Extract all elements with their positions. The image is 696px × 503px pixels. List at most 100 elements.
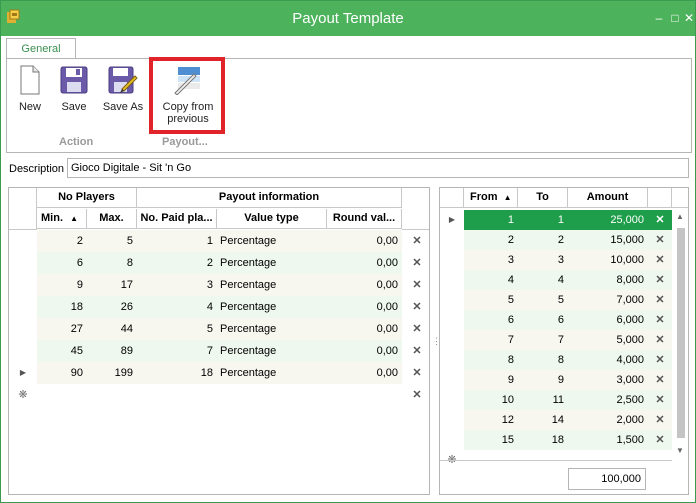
delete-row-icon[interactable]: ✕ bbox=[648, 250, 672, 270]
cell-value-type[interactable]: Percentage bbox=[217, 274, 327, 296]
splitter-handle[interactable]: ⋮ bbox=[432, 186, 441, 496]
column-header-round-value[interactable]: Round val... bbox=[327, 209, 402, 229]
cell-min[interactable]: 6 bbox=[37, 252, 87, 274]
cell-min[interactable]: 9 bbox=[37, 274, 87, 296]
cell-amount[interactable]: 5,000 bbox=[568, 330, 648, 350]
cell-to[interactable]: 3 bbox=[518, 250, 568, 270]
cell-amount[interactable]: 8,000 bbox=[568, 270, 648, 290]
table-row[interactable]: 5 5 7,000 ✕ bbox=[440, 290, 672, 310]
cell-to[interactable]: 7 bbox=[518, 330, 568, 350]
cell-no-paid-players[interactable]: 3 bbox=[137, 274, 217, 296]
column-header-max[interactable]: Max. bbox=[87, 209, 137, 229]
delete-row-icon[interactable]: ✕ bbox=[648, 210, 672, 230]
cell-amount[interactable]: 1,500 bbox=[568, 430, 648, 450]
cell-round-value[interactable]: 0,00 bbox=[327, 318, 402, 340]
cell-no-paid-players[interactable]: 4 bbox=[137, 296, 217, 318]
cell-to[interactable]: 6 bbox=[518, 310, 568, 330]
column-header-to[interactable]: To bbox=[518, 188, 568, 208]
cell-to[interactable]: 2 bbox=[518, 230, 568, 250]
delete-row-icon[interactable]: ✕ bbox=[648, 270, 672, 290]
new-button[interactable]: New bbox=[15, 65, 45, 113]
cell-to[interactable]: 18 bbox=[518, 430, 568, 450]
cell-to[interactable]: 1 bbox=[518, 210, 568, 230]
cell-value-type[interactable]: Percentage bbox=[217, 340, 327, 362]
new-row[interactable]: ❋ ✕ bbox=[9, 384, 429, 406]
cell-max[interactable]: 44 bbox=[87, 318, 137, 340]
table-row[interactable]: 6 6 6,000 ✕ bbox=[440, 310, 672, 330]
delete-row-icon[interactable]: ✕ bbox=[648, 430, 672, 450]
table-row[interactable]: ▶ 90 199 18 Percentage 0,00 ✕ bbox=[9, 362, 429, 384]
cell-value-type[interactable]: Percentage bbox=[217, 296, 327, 318]
table-row[interactable]: 7 7 5,000 ✕ bbox=[440, 330, 672, 350]
minimize-icon[interactable]: – bbox=[652, 11, 666, 25]
cell-from[interactable]: 4 bbox=[464, 270, 518, 290]
cell-amount[interactable]: 25,000 bbox=[568, 210, 648, 230]
column-header-from[interactable]: From ▲ bbox=[464, 188, 518, 208]
delete-row-icon[interactable]: ✕ bbox=[404, 274, 429, 296]
cell-amount[interactable]: 4,000 bbox=[568, 350, 648, 370]
cell-to[interactable]: 11 bbox=[518, 390, 568, 410]
cell-to[interactable]: 5 bbox=[518, 290, 568, 310]
cell-amount[interactable]: 2,000 bbox=[568, 410, 648, 430]
cell-min[interactable]: 45 bbox=[37, 340, 87, 362]
description-field[interactable] bbox=[67, 158, 689, 178]
save-button[interactable]: Save bbox=[57, 65, 91, 113]
column-header-value-type[interactable]: Value type bbox=[217, 209, 327, 229]
cell-max[interactable]: 17 bbox=[87, 274, 137, 296]
cell-no-paid-players[interactable]: 2 bbox=[137, 252, 217, 274]
cell-min[interactable]: 27 bbox=[37, 318, 87, 340]
cell-from[interactable]: 1 bbox=[464, 210, 518, 230]
cell-round-value[interactable]: 0,00 bbox=[327, 252, 402, 274]
cell-max[interactable]: 8 bbox=[87, 252, 137, 274]
cell-to[interactable]: 9 bbox=[518, 370, 568, 390]
cell-amount[interactable]: 7,000 bbox=[568, 290, 648, 310]
delete-row-icon[interactable]: ✕ bbox=[404, 362, 429, 384]
table-row[interactable]: 4 4 8,000 ✕ bbox=[440, 270, 672, 290]
cell-value-type[interactable]: Percentage bbox=[217, 230, 327, 252]
cell-amount[interactable]: 3,000 bbox=[568, 370, 648, 390]
scroll-up-icon[interactable]: ▲ bbox=[676, 212, 684, 221]
table-row[interactable]: 10 11 2,500 ✕ bbox=[440, 390, 672, 410]
table-row[interactable]: 9 17 3 Percentage 0,00 ✕ bbox=[9, 274, 429, 296]
delete-row-icon[interactable]: ✕ bbox=[648, 350, 672, 370]
cell-round-value[interactable]: 0,00 bbox=[327, 362, 402, 384]
delete-row-icon[interactable]: ✕ bbox=[648, 410, 672, 430]
table-row[interactable]: 12 14 2,000 ✕ bbox=[440, 410, 672, 430]
right-grid-scrollbar[interactable]: ▲ ▼ bbox=[673, 210, 688, 460]
cell-min[interactable]: 18 bbox=[37, 296, 87, 318]
cell-round-value[interactable]: 0,00 bbox=[327, 274, 402, 296]
table-row[interactable]: 45 89 7 Percentage 0,00 ✕ bbox=[9, 340, 429, 362]
cell-no-paid-players[interactable]: 18 bbox=[137, 362, 217, 384]
table-row[interactable]: 18 26 4 Percentage 0,00 ✕ bbox=[9, 296, 429, 318]
cell-from[interactable]: 5 bbox=[464, 290, 518, 310]
cell-max[interactable]: 26 bbox=[87, 296, 137, 318]
cell-no-paid-players[interactable]: 5 bbox=[137, 318, 217, 340]
cell-from[interactable]: 6 bbox=[464, 310, 518, 330]
table-row[interactable]: 15 18 1,500 ✕ bbox=[440, 430, 672, 450]
cell-from[interactable]: 15 bbox=[464, 430, 518, 450]
cell-value-type[interactable]: Percentage bbox=[217, 252, 327, 274]
save-as-button[interactable]: Save As bbox=[101, 65, 145, 113]
cell-from[interactable]: 10 bbox=[464, 390, 518, 410]
maximize-icon[interactable]: □ bbox=[668, 11, 682, 25]
delete-row-icon[interactable]: ✕ bbox=[404, 296, 429, 318]
cell-amount[interactable]: 2,500 bbox=[568, 390, 648, 410]
delete-row-icon[interactable]: ✕ bbox=[404, 340, 429, 362]
delete-row-icon[interactable]: ✕ bbox=[648, 290, 672, 310]
delete-row-icon[interactable]: ✕ bbox=[404, 230, 429, 252]
cell-max[interactable]: 199 bbox=[87, 362, 137, 384]
cell-to[interactable]: 4 bbox=[518, 270, 568, 290]
cell-max[interactable]: 89 bbox=[87, 340, 137, 362]
scroll-thumb[interactable] bbox=[677, 228, 685, 438]
cell-from[interactable]: 8 bbox=[464, 350, 518, 370]
column-header-min[interactable]: Min. ▲ bbox=[37, 209, 87, 229]
table-row[interactable]: 27 44 5 Percentage 0,00 ✕ bbox=[9, 318, 429, 340]
column-header-no-paid-players[interactable]: No. Paid pla... bbox=[137, 209, 217, 229]
cell-amount[interactable]: 10,000 bbox=[568, 250, 648, 270]
cell-min[interactable]: 2 bbox=[37, 230, 87, 252]
close-icon[interactable]: ✕ bbox=[682, 11, 696, 25]
scroll-down-icon[interactable]: ▼ bbox=[676, 446, 684, 455]
cell-value-type[interactable]: Percentage bbox=[217, 362, 327, 384]
cell-amount[interactable]: 15,000 bbox=[568, 230, 648, 250]
cell-from[interactable]: 9 bbox=[464, 370, 518, 390]
